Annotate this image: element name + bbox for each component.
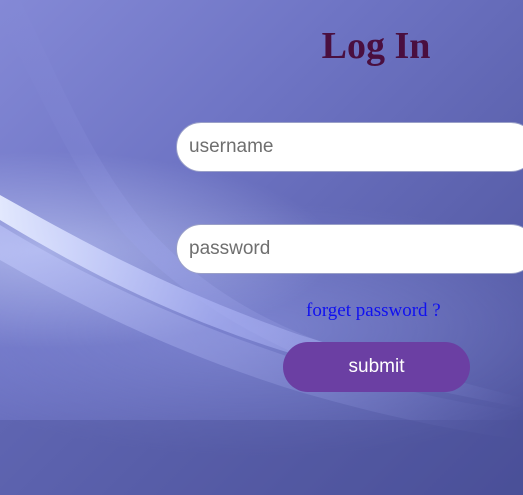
username-input[interactable] (176, 122, 523, 172)
password-input[interactable] (176, 224, 523, 274)
forget-password-link[interactable]: forget password ? (306, 300, 441, 322)
submit-button[interactable]: submit (283, 342, 470, 392)
page-title: Log In (321, 25, 431, 67)
